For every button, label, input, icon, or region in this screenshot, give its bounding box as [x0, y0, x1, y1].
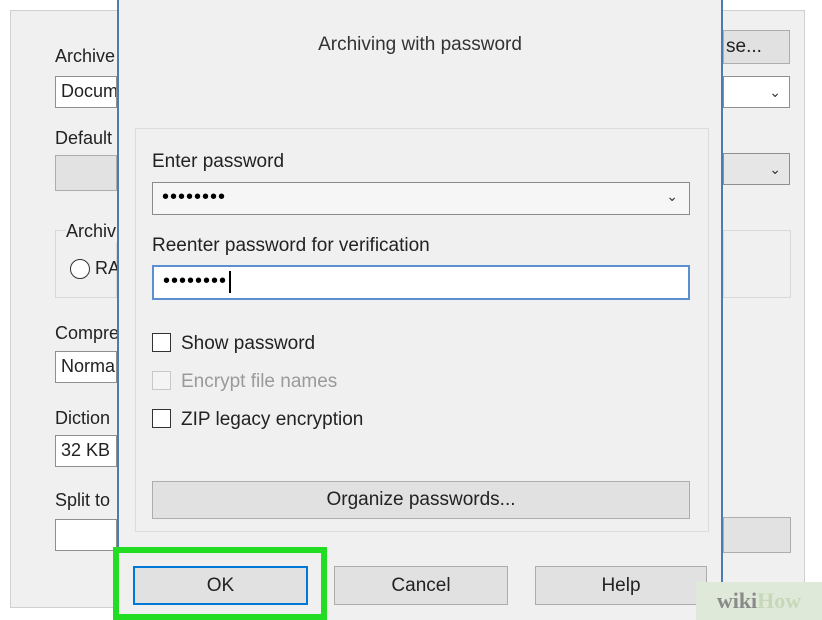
- reenter-password-value: ••••••••: [163, 270, 228, 292]
- cancel-button[interactable]: Cancel: [334, 566, 508, 605]
- archive-option-select[interactable]: ⌄: [723, 153, 790, 185]
- archive-name-input[interactable]: Docum: [55, 76, 117, 108]
- enter-password-value: ••••••••: [162, 186, 227, 208]
- text-caret: [229, 270, 232, 293]
- dialog-title: Archiving with password: [318, 34, 522, 55]
- wikihow-watermark: wiki How: [696, 582, 822, 620]
- dictionary-select[interactable]: 32 KB: [55, 435, 117, 467]
- show-password-checkbox[interactable]: [152, 333, 171, 352]
- profiles-button[interactable]: [55, 155, 117, 191]
- chevron-down-icon: ⌄: [769, 84, 781, 100]
- zip-legacy-encryption-checkbox[interactable]: [152, 409, 171, 428]
- chevron-down-icon[interactable]: ⌄: [666, 188, 679, 205]
- zip-legacy-encryption-label[interactable]: ZIP legacy encryption: [181, 409, 363, 431]
- enter-password-label: Enter password: [152, 151, 285, 172]
- encrypt-file-names-checkbox: [152, 371, 171, 390]
- reenter-password-label: Reenter password for verification: [152, 235, 430, 256]
- help-button[interactable]: Help: [535, 566, 707, 605]
- show-password-label[interactable]: Show password: [181, 333, 315, 355]
- format-rar-radio[interactable]: [70, 259, 90, 279]
- watermark-how: How: [757, 588, 802, 613]
- update-mode-select[interactable]: ⌄: [723, 76, 790, 108]
- compression-select[interactable]: Norma: [55, 351, 117, 383]
- encrypt-file-names-label: Encrypt file names: [181, 371, 338, 392]
- split-volumes-input[interactable]: [55, 519, 117, 551]
- split-volumes-label: Split to: [55, 490, 111, 510]
- archive-options-group: [723, 230, 791, 298]
- chevron-down-icon: ⌄: [769, 161, 781, 177]
- set-password-button[interactable]: [723, 517, 791, 553]
- ok-highlight-frame: [113, 547, 327, 620]
- default-profile-label: Default: [55, 128, 113, 148]
- watermark-wiki: wiki: [716, 588, 758, 613]
- organize-passwords-button[interactable]: Organize passwords...: [152, 481, 690, 519]
- format-rar-label: RA: [95, 258, 117, 278]
- enter-password-input[interactable]: •••••••• ⌄: [152, 182, 690, 215]
- archive-format-label: Archiv: [66, 221, 117, 242]
- compression-label: Compre: [55, 323, 117, 343]
- dictionary-label: Diction: [55, 408, 111, 428]
- password-dialog: Archiving with password Enter password •…: [117, 0, 723, 620]
- reenter-password-input[interactable]: ••••••••: [152, 265, 690, 300]
- browse-button[interactable]: se...: [723, 30, 790, 64]
- archive-name-label: Archive: [55, 46, 116, 66]
